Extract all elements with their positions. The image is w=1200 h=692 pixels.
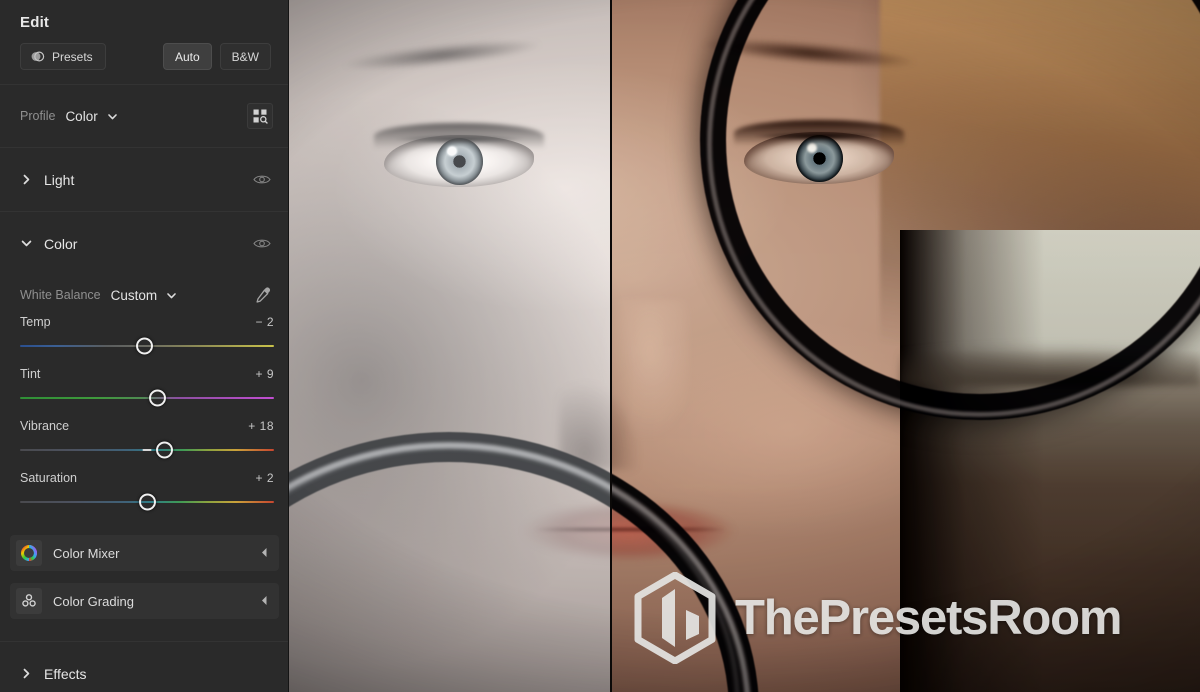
auto-button[interactable]: Auto [162,43,212,70]
sidebar-item-light[interactable]: Light [0,148,289,211]
section-label-color: Color [44,235,78,252]
sidebar-item-effects[interactable]: Effects [0,642,289,692]
before-after-split-line[interactable] [610,0,612,692]
page-title: Edit [20,14,50,31]
presets-circles-icon [30,49,45,64]
tool-label: Color Mixer [53,545,120,561]
tool-label: Color Grading [53,593,134,609]
profile-row: Profile Color [0,85,289,147]
vignette [289,0,610,692]
profile-browser-grid-icon [252,108,268,124]
arrow-left-icon[interactable] [260,595,269,608]
slider-header: Tint + 9 [20,367,274,381]
color-grading-icon [16,588,42,614]
slider-label: Temp [20,315,51,329]
chevron-down-icon [20,237,34,250]
color-wheel-icon [16,540,42,566]
panel-toolbar: Presets Auto B&W [0,31,289,84]
arrow-left-icon[interactable] [260,547,269,560]
white-balance-label: White Balance [20,288,101,302]
slider-knob[interactable] [138,493,156,511]
edit-panel: Edit Presets Auto B&W Profile Color Ligh… [0,0,289,692]
slider-value[interactable]: + 9 [255,367,274,381]
eye-icon[interactable] [253,173,271,186]
section-label-light: Light [44,171,75,188]
profile-value[interactable]: Color [65,109,97,124]
bw-button[interactable]: B&W [219,43,271,70]
slider-vibrance: Vibrance + 18 [20,419,274,461]
photo-preview[interactable]: ThePresetsRoom [289,0,1200,692]
photo-after-half [612,0,1200,692]
section-label-effects: Effects [44,665,87,682]
tool-color-grading[interactable]: Color Grading [10,583,279,619]
color-tools: Color Mixer Color Grading [0,529,289,641]
chevron-right-icon [20,667,34,680]
slider-knob[interactable] [135,337,153,355]
chevron-down-icon[interactable] [165,289,178,302]
slider-track-wrap[interactable] [20,335,274,357]
slider-track-wrap[interactable] [20,387,274,409]
white-balance-value[interactable]: Custom [111,288,158,303]
slider-value[interactable]: + 2 [255,471,274,485]
eye-icon[interactable] [253,237,271,250]
slider-knob[interactable] [148,389,166,407]
lightroom-edit-screen: Edit Presets Auto B&W Profile Color Ligh… [0,0,1200,692]
color-sliders: Temp − 2 Tint + 9 Vibrance + 18 Saturati… [0,311,289,529]
chevron-down-icon[interactable] [106,110,119,123]
photo-before-half [289,0,610,692]
photo-render-after [612,0,1200,692]
presets-button[interactable]: Presets [20,43,106,70]
slider-header: Temp − 2 [20,315,274,329]
slider-label: Saturation [20,471,77,485]
slider-value[interactable]: + 18 [248,419,274,433]
white-balance-row: White Balance Custom [0,275,289,311]
slider-track-wrap[interactable] [20,439,274,461]
slider-track [20,397,274,399]
slider-track-wrap[interactable] [20,491,274,513]
presets-button-label: Presets [52,49,93,64]
profile-browser-button[interactable] [247,103,273,129]
slider-default-tick [142,449,152,451]
vignette [612,0,1200,692]
photo-render-before [289,0,610,692]
slider-header: Vibrance + 18 [20,419,274,433]
profile-label: Profile [20,109,56,123]
slider-value[interactable]: − 2 [255,315,274,329]
tool-color-mixer[interactable]: Color Mixer [10,535,279,571]
slider-knob[interactable] [156,441,174,459]
slider-temp: Temp − 2 [20,315,274,357]
slider-tint: Tint + 9 [20,367,274,409]
slider-saturation: Saturation + 2 [20,471,274,513]
chevron-right-icon [20,173,34,186]
slider-header: Saturation + 2 [20,471,274,485]
eyedropper-icon[interactable] [253,285,273,305]
slider-label: Vibrance [20,419,70,433]
sidebar-item-color[interactable]: Color [0,212,289,275]
slider-label: Tint [20,367,41,381]
